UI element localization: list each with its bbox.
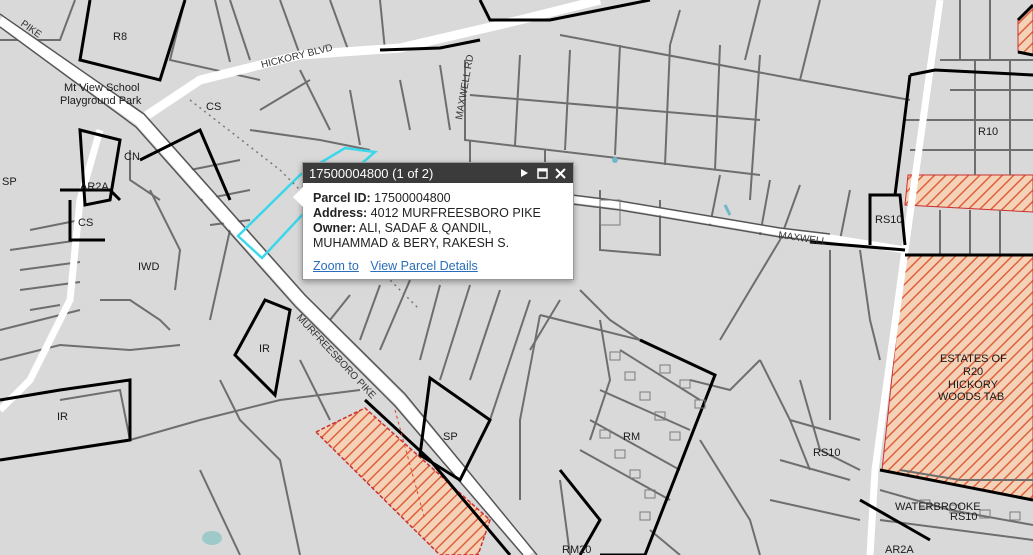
subdivision-label-line1: ESTATES OF (940, 353, 1007, 365)
zone-label-rm20: RM20 (562, 544, 591, 555)
zone-label-cn: CN (124, 151, 140, 163)
zone-label-iwd: IWD (138, 261, 159, 273)
zone-label-ar2a: AR2A (80, 181, 109, 193)
zone-label-r10: R10 (978, 126, 998, 138)
parcel-info-popup: 17500004800 (1 of 2) Parcel ID: 17500004… (293, 162, 574, 280)
maximize-icon[interactable] (535, 166, 549, 180)
popup-pointer (293, 187, 303, 207)
owner-value-line2: MUHAMMAD & BERY, RAKESH S. (313, 236, 510, 250)
address-row: Address: 4012 MURFREESBORO PIKE (313, 206, 563, 221)
zone-label-sp-left: SP (2, 176, 17, 188)
pond (202, 531, 222, 545)
address-value: 4012 MURFREESBORO PIKE (370, 206, 541, 220)
next-arrow-icon[interactable] (517, 166, 531, 180)
zone-label-rs10-b: RS10 (813, 447, 841, 459)
parcel-id-value: 17500004800 (374, 191, 451, 205)
school-label-line2: Playground Park (60, 95, 142, 107)
zone-label-r20: R20 (963, 366, 983, 378)
address-label: Address: (313, 206, 368, 220)
zone-label-ar2a-b: AR2A (885, 544, 914, 555)
zone-label-r8: R8 (113, 31, 127, 43)
zone-label-ir-2: IR (57, 411, 68, 423)
owner-label: Owner: (313, 221, 357, 235)
popup-body: Parcel ID: 17500004800 Address: 4012 MUR… (303, 183, 573, 251)
zone-label-cs: CS (206, 101, 221, 113)
zone-label-ir: IR (259, 343, 270, 355)
subdivision-label-line2: HICKORY (948, 379, 999, 391)
hatched-subdivision-r20[interactable] (881, 254, 1033, 501)
hatched-strip-top-right[interactable] (904, 174, 1033, 213)
parcel-id-label: Parcel ID: (313, 191, 371, 205)
close-icon[interactable] (553, 166, 567, 180)
water-dot (612, 157, 618, 163)
zone-label-rm: RM (623, 431, 640, 443)
waterbrooke-label: WATERBROOKE (895, 501, 981, 513)
zone-label-sp: SP (443, 431, 458, 443)
school-label-line1: Mt View School (64, 82, 140, 94)
popup-title: 17500004800 (1 of 2) (309, 165, 434, 181)
zone-label-cs-2: CS (78, 217, 93, 229)
owner-value-line1: ALI, SADAF & QANDIL, (358, 221, 492, 235)
popup-title-bar: 17500004800 (1 of 2) (303, 163, 573, 183)
subdivision-label-line3: WOODS TAB (938, 391, 1004, 403)
parcel-id-row: Parcel ID: 17500004800 (313, 191, 563, 206)
view-parcel-details-link[interactable]: View Parcel Details (370, 259, 477, 273)
zone-label-rs10-a: RS10 (875, 214, 903, 226)
popup-links: Zoom to View Parcel Details (303, 251, 573, 273)
zoom-to-link[interactable]: Zoom to (313, 259, 359, 273)
owner-row: Owner: ALI, SADAF & QANDIL, (313, 221, 563, 236)
